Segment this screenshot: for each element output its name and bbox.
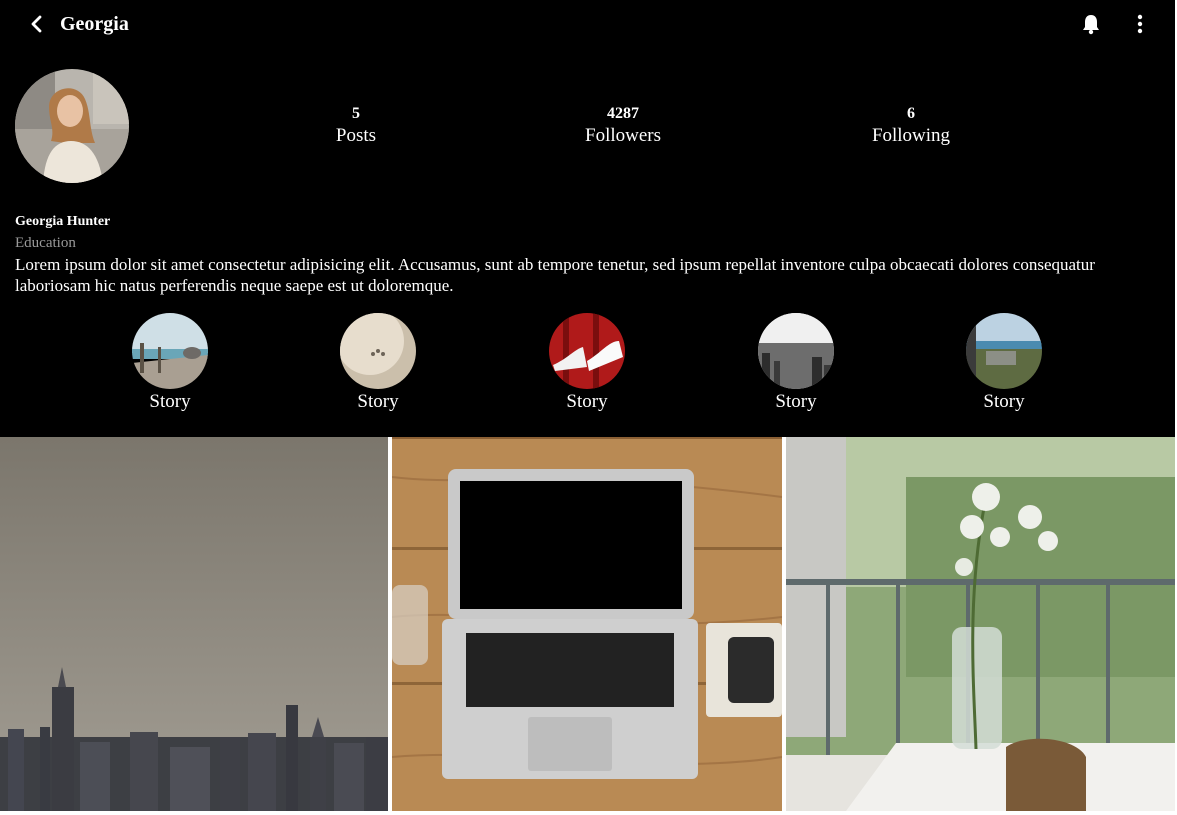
page-title: Georgia [60,13,129,35]
story-item[interactable]: Story [736,313,856,415]
stat-followers[interactable]: 4287 Followers [543,104,703,148]
story-thumbnail [340,313,416,389]
story-label: Story [566,391,608,412]
following-count: 6 [907,105,915,122]
story-label: Story [983,391,1025,412]
story-thumbnail [132,313,208,389]
story-item[interactable]: Story [318,313,438,415]
story-label: Story [775,391,817,412]
profile-header: Georgia 5 Posts 4287 Followers 6 Followi… [0,0,1175,437]
post-thumbnail-city-skyline[interactable] [0,437,388,811]
bio-text: Lorem ipsum dolor sit amet consectetur a… [15,255,1095,295]
followers-count: 4287 [607,105,639,122]
stat-following[interactable]: 6 Following [831,104,991,148]
story-item[interactable]: Story [110,313,230,415]
story-thumbnail [758,313,834,389]
following-label: Following [871,125,951,146]
story-thumbnail [549,313,625,389]
profile-name: Georgia Hunter [15,214,111,229]
posts-label: Posts [335,125,377,146]
story-label: Story [357,391,399,412]
posts-count: 5 [352,105,360,122]
story-label: Story [149,391,191,412]
post-thumbnail-flowers[interactable] [786,437,1175,811]
stat-posts[interactable]: 5 Posts [276,104,436,148]
story-item[interactable]: Story [944,313,1064,415]
more-vertical-icon[interactable] [1131,13,1149,35]
chevron-left-icon[interactable] [27,13,47,35]
post-thumbnail-laptop[interactable] [392,437,782,811]
bio: Georgia Hunter Education Lorem ipsum dol… [15,212,1135,296]
avatar[interactable] [15,69,129,183]
story-item[interactable]: Story [527,313,647,415]
story-thumbnail [966,313,1042,389]
followers-label: Followers [585,125,661,146]
bell-icon[interactable] [1080,13,1102,35]
profile-category: Education [15,235,76,251]
top-bar: Georgia [0,0,1175,50]
